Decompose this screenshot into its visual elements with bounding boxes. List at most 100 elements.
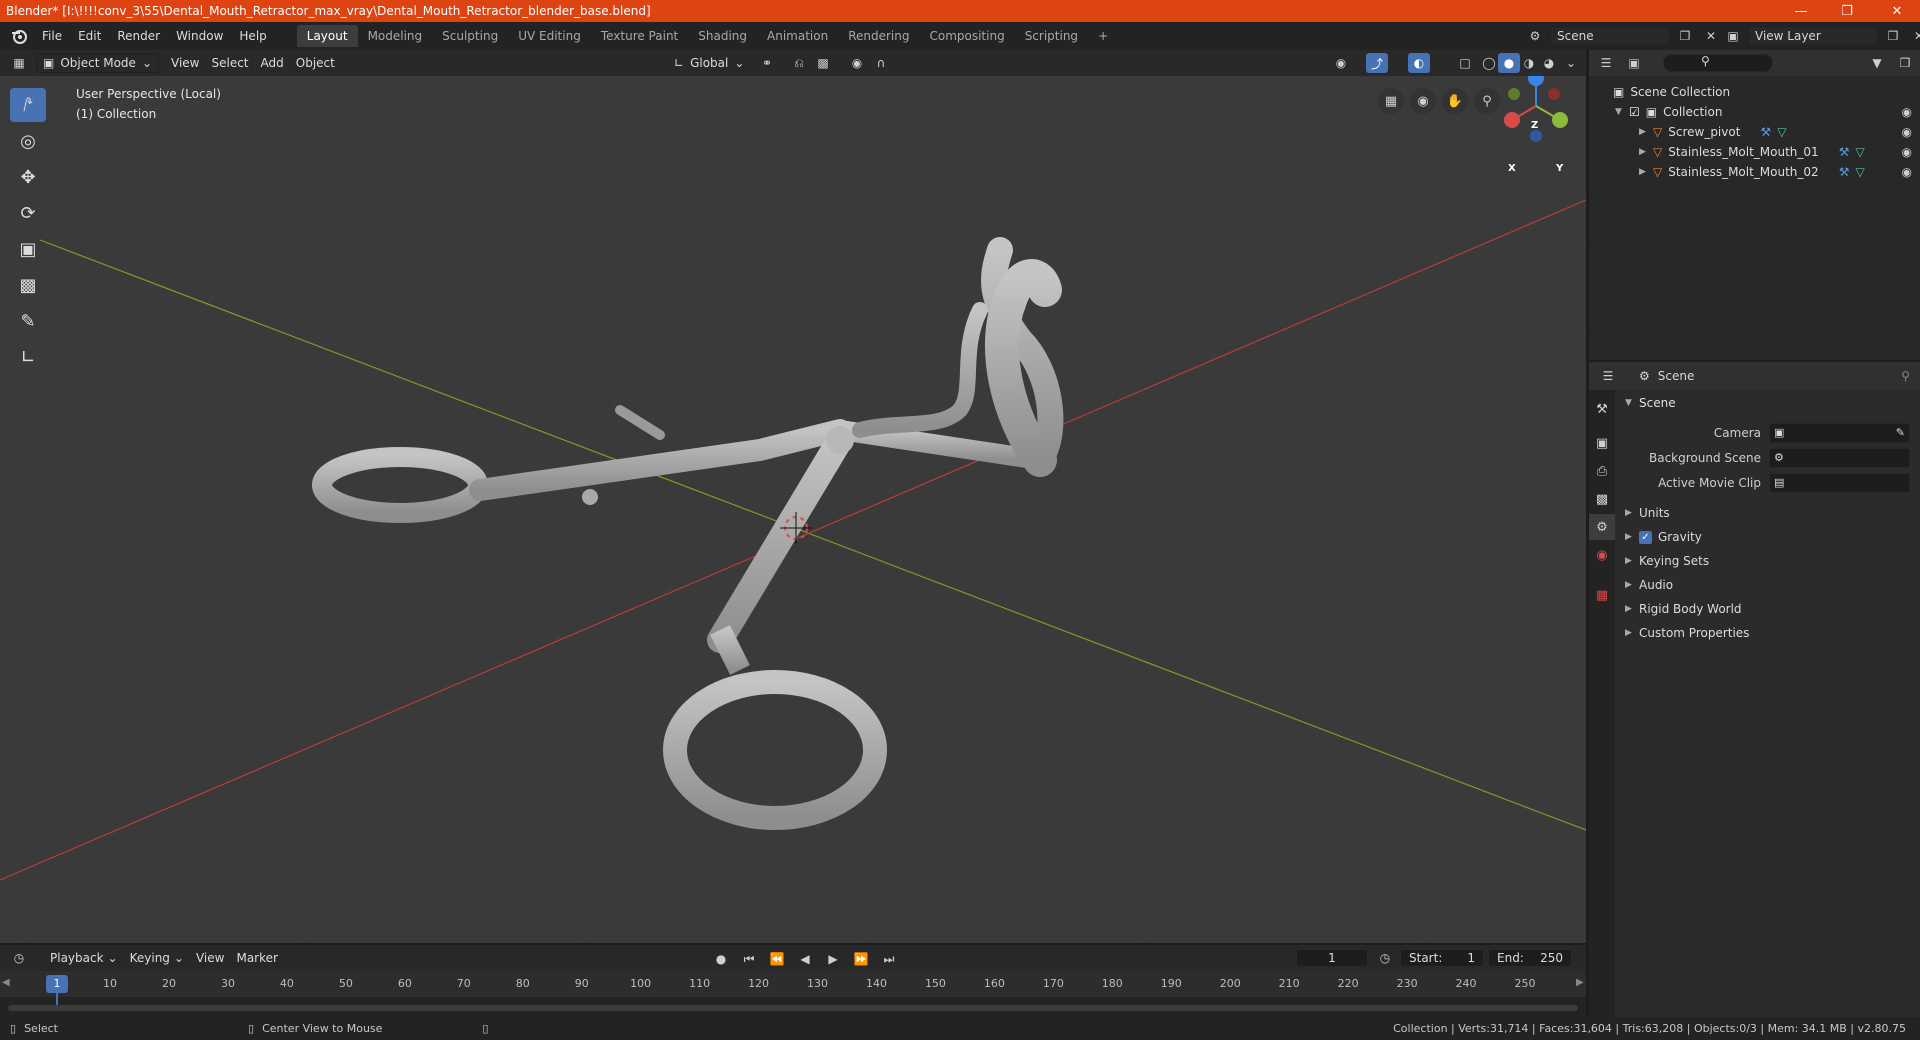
tab-texture-paint[interactable]: Texture Paint (591, 25, 688, 47)
active-movie-clip-field[interactable]: ▤ (1769, 472, 1910, 493)
view-layer-tab-icon[interactable]: ▩ (1589, 486, 1615, 512)
mesh-data-icon[interactable]: ▽ (1777, 125, 1786, 139)
restore-icon[interactable]: ❐ (1824, 0, 1870, 22)
material-shading-icon[interactable]: ◑ (1518, 53, 1540, 73)
display-mode-icon[interactable]: ▣ (1623, 53, 1645, 73)
navigation-gizmo[interactable] (1504, 70, 1568, 142)
expand-arrow-icon[interactable]: ▶ (1639, 147, 1653, 157)
menu-marker[interactable]: Marker (230, 948, 283, 968)
outliner-search-input[interactable] (1663, 54, 1773, 72)
keying-sets-panel-header[interactable]: ▶ Keying Sets (1619, 549, 1920, 573)
scroll-left-icon[interactable]: ◀ (2, 977, 10, 988)
view-layer-selector[interactable]: View Layer (1748, 26, 1878, 46)
blender-logo-icon[interactable] (10, 27, 28, 45)
menu-render[interactable]: Render (109, 22, 168, 50)
camera-field[interactable]: ▣ ✎ (1769, 422, 1910, 443)
tab-animation[interactable]: Animation (757, 25, 838, 47)
timeline-scrollbar[interactable] (8, 1005, 1578, 1011)
eye-icon[interactable]: ◉ (1902, 165, 1912, 179)
eye-icon[interactable]: ◉ (1902, 145, 1912, 159)
scene-selector[interactable]: Scene (1550, 26, 1670, 46)
scene-tab-icon[interactable]: ⚙ (1589, 514, 1615, 540)
menu-timeline-view[interactable]: View (190, 948, 230, 968)
output-tab-icon[interactable]: ⎙ (1589, 458, 1615, 484)
menu-view[interactable]: View (165, 53, 205, 73)
object-mode-dropdown[interactable]: ▣ Object Mode ⌄ (36, 53, 159, 73)
menu-add[interactable]: Add (255, 53, 290, 73)
jump-start-icon[interactable]: ⏮ (738, 949, 760, 969)
gravity-panel-header[interactable]: ▶ ✓ Gravity (1619, 525, 1920, 549)
custom-properties-panel-header[interactable]: ▶ Custom Properties (1619, 621, 1920, 645)
new-scene-icon[interactable]: ❐ (1674, 26, 1696, 46)
falloff-icon[interactable]: ∩ (870, 53, 892, 73)
record-icon[interactable]: ● (710, 949, 732, 969)
scene-panel-header[interactable]: ▼ Scene (1619, 392, 1920, 414)
tool-tab-icon[interactable]: ⚒ (1589, 396, 1615, 422)
outliner-row-object[interactable]: ▶ ▽ Screw_pivot ⚒ ▽ ◉ (1589, 122, 1920, 142)
properties-editor-icon[interactable]: ☰ (1597, 366, 1619, 386)
checkbox-icon[interactable]: ☑ (1629, 105, 1640, 119)
menu-help[interactable]: Help (231, 22, 274, 50)
texture-tab-icon[interactable]: ▦ (1589, 582, 1615, 608)
timeline-ruler[interactable]: 1 10 20 30 40 50 60 70 80 90 100 110 120 130 140 150 160… (0, 971, 1586, 1005)
gravity-checkbox[interactable]: ✓ (1639, 530, 1652, 544)
tab-scripting[interactable]: Scripting (1015, 25, 1088, 47)
3d-viewport[interactable]: Z X Y ▦ ▣ Object Mode ⌄ View Select Add … (0, 50, 1586, 943)
eye-icon[interactable]: ◉ (1902, 105, 1912, 119)
tab-shading[interactable]: Shading (688, 25, 757, 47)
background-scene-field[interactable]: ⚙ (1769, 447, 1910, 468)
pin-icon[interactable]: ⚲ (1901, 369, 1910, 383)
tab-modeling[interactable]: Modeling (358, 25, 433, 47)
menu-edit[interactable]: Edit (70, 22, 109, 50)
transform-tool-icon[interactable]: ▩ (10, 268, 46, 302)
pan-hand-icon[interactable]: ✋ (1442, 88, 1468, 114)
mesh-data-icon[interactable]: ▽ (1855, 165, 1864, 179)
play-reverse-icon[interactable]: ◀ (794, 949, 816, 969)
timeline-editor-icon[interactable]: ◷ (8, 948, 30, 968)
rotate-tool-icon[interactable]: ⟳ (10, 196, 46, 230)
start-frame-field[interactable]: Start: 1 (1400, 949, 1484, 967)
current-frame-field[interactable]: 1 (1296, 949, 1368, 967)
outliner-row-scene-collection[interactable]: ▣ Scene Collection (1589, 82, 1920, 102)
grid-view-icon[interactable]: ▦ (1378, 88, 1404, 114)
menu-keying[interactable]: Keying ⌄ (124, 948, 190, 968)
end-frame-field[interactable]: End: 250 (1488, 949, 1572, 967)
delete-scene-icon[interactable]: ✕ (1700, 26, 1722, 46)
current-frame-indicator[interactable]: 1 (46, 975, 68, 993)
new-collection-icon[interactable]: ❐ (1894, 53, 1916, 73)
menu-select[interactable]: Select (205, 53, 254, 73)
move-tool-icon[interactable]: ✥ (10, 160, 46, 194)
units-panel-header[interactable]: ▶ Units (1619, 501, 1920, 525)
menu-window[interactable]: Window (168, 22, 231, 50)
render-tab-icon[interactable]: ▣ (1589, 430, 1615, 456)
outliner-row-object[interactable]: ▶ ▽ Stainless_Molt_Mouth_01 ⚒ ▽ ◉ (1589, 142, 1920, 162)
modifier-icon[interactable]: ⚒ (1839, 145, 1850, 159)
editor-type-icon[interactable]: ▦ (8, 53, 30, 73)
zoom-icon[interactable]: ⚲ (1474, 88, 1500, 114)
menu-object[interactable]: Object (290, 53, 341, 73)
expand-arrow-icon[interactable]: ▼ (1615, 107, 1629, 117)
scroll-right-icon[interactable]: ▶ (1576, 977, 1584, 988)
menu-playback[interactable]: Playback ⌄ (44, 948, 124, 968)
menu-file[interactable]: File (34, 22, 70, 50)
annotate-tool-icon[interactable]: ✎ (10, 304, 46, 338)
tab-rendering[interactable]: Rendering (838, 25, 919, 47)
gizmo-toggle-icon[interactable]: ⤴ (1366, 53, 1388, 73)
overlays-toggle-icon[interactable]: ◐ (1408, 53, 1430, 73)
xray-toggle-icon[interactable]: □ (1454, 53, 1476, 73)
rendered-shading-icon[interactable]: ◕ (1538, 53, 1560, 73)
tab-sculpting[interactable]: Sculpting (432, 25, 508, 47)
eye-icon[interactable]: ◉ (1902, 125, 1912, 139)
wireframe-shading-icon[interactable]: ◯ (1478, 53, 1500, 73)
add-workspace-button[interactable]: + (1088, 25, 1118, 47)
jump-end-icon[interactable]: ⏭ (878, 949, 900, 969)
expand-arrow-icon[interactable]: ▶ (1639, 127, 1653, 137)
rigid-body-world-panel-header[interactable]: ▶ Rigid Body World (1619, 597, 1920, 621)
world-tab-icon[interactable]: ◉ (1589, 542, 1615, 568)
scale-tool-icon[interactable]: ▣ (10, 232, 46, 266)
close-icon[interactable]: ✕ (1874, 0, 1920, 22)
tab-uv-editing[interactable]: UV Editing (508, 25, 591, 47)
outliner-row-object[interactable]: ▶ ▽ Stainless_Molt_Mouth_02 ⚒ ▽ ◉ (1589, 162, 1920, 182)
pivot-point-icon[interactable]: ⚭ (756, 53, 778, 73)
shading-options-icon[interactable]: ⌄ (1560, 53, 1582, 73)
